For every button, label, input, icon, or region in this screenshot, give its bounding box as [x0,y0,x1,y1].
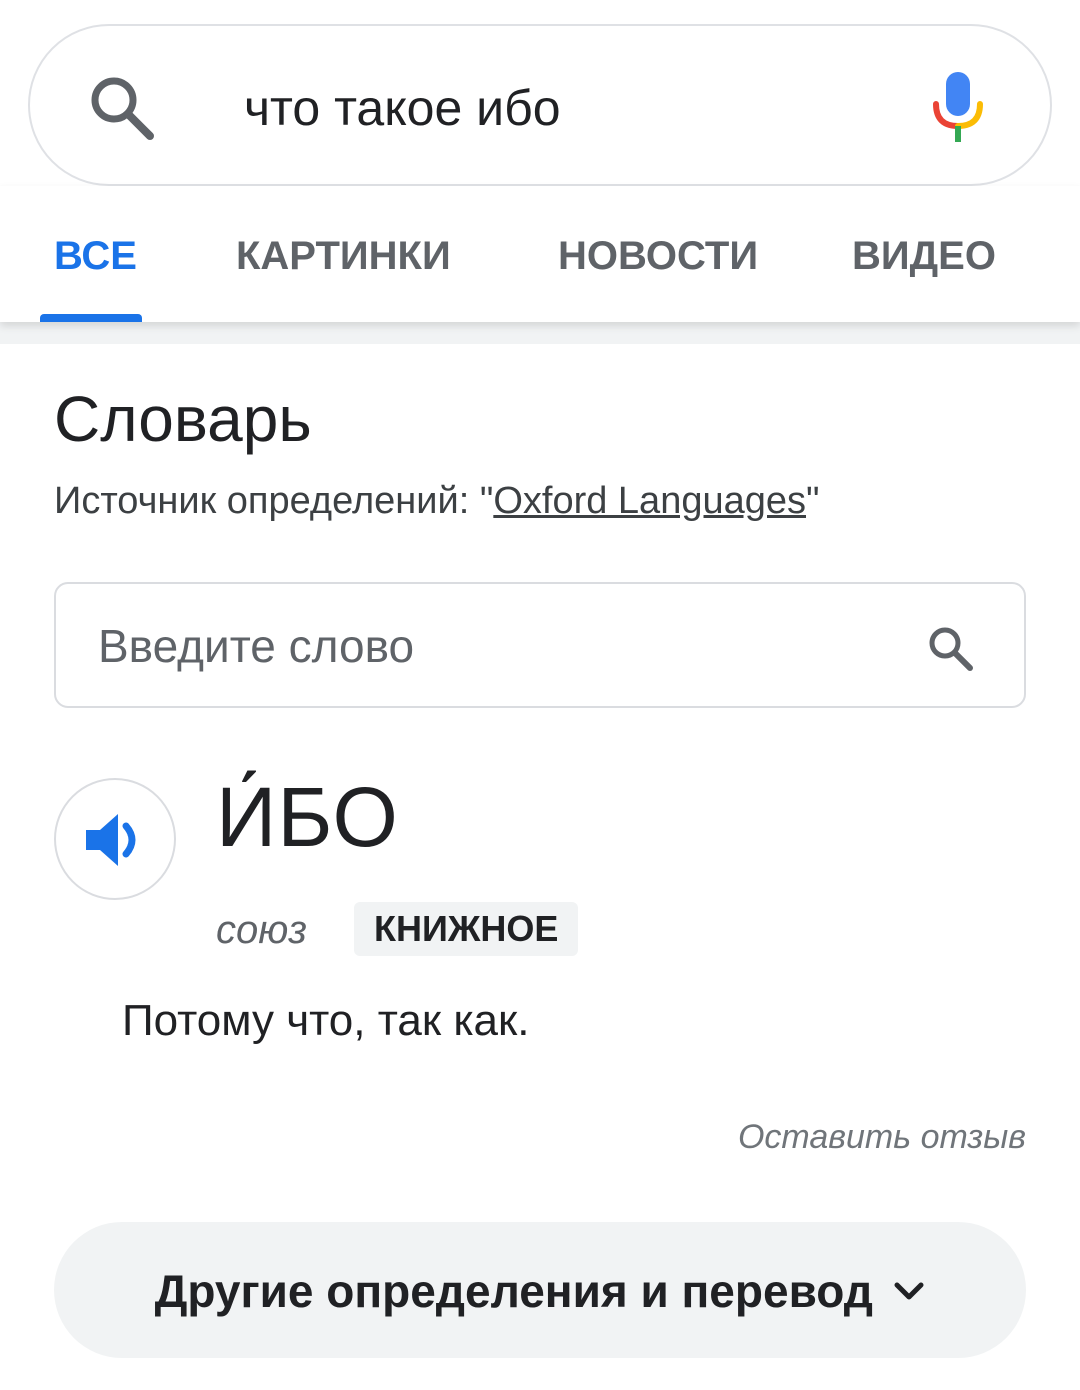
chevron-down-icon [894,1282,924,1300]
pronunciation-button[interactable] [54,778,176,900]
tab-video[interactable]: ВИДЕО [852,232,996,280]
tab-news[interactable]: НОВОСТИ [558,232,758,280]
section-divider [0,322,1080,344]
search-query[interactable]: что такое ибо [244,78,561,138]
feedback-link[interactable]: Оставить отзыв [738,1116,1026,1158]
definition-text: Потому что, так как. [122,996,530,1045]
microphone-icon[interactable] [928,70,988,146]
oxford-languages-link[interactable]: Oxford Languages [493,480,806,522]
dictionary-title: Словарь [54,383,312,455]
more-definitions-label: Другие определения и перевод [154,1265,873,1317]
source-prefix: Источник определений: " [54,480,494,522]
tab-all[interactable]: ВСЕ [54,232,137,280]
search-icon[interactable] [86,72,158,144]
tab-images[interactable]: КАРТИНКИ [236,232,451,280]
word-search-input[interactable] [96,614,916,678]
part-of-speech: союз [216,908,307,952]
dictionary-card: Словарь Источник определений: "Oxford La… [0,344,1080,1390]
search-tabs: ВСЕ КАРТИНКИ НОВОСТИ ВИДЕО [0,186,1080,322]
speaker-icon [86,814,136,866]
definition-source: Источник определений: "Oxford Languages" [54,478,820,524]
active-tab-indicator [40,314,142,322]
word-search-box[interactable] [54,582,1026,708]
search-bar[interactable]: что такое ибо [28,24,1052,186]
register-badge: КНИЖНОЕ [354,902,579,956]
more-definitions-button[interactable]: Другие определения и перевод [54,1222,1026,1358]
headword: И́БО [216,770,399,864]
word-search-icon[interactable] [926,624,974,672]
source-suffix: " [806,480,820,522]
